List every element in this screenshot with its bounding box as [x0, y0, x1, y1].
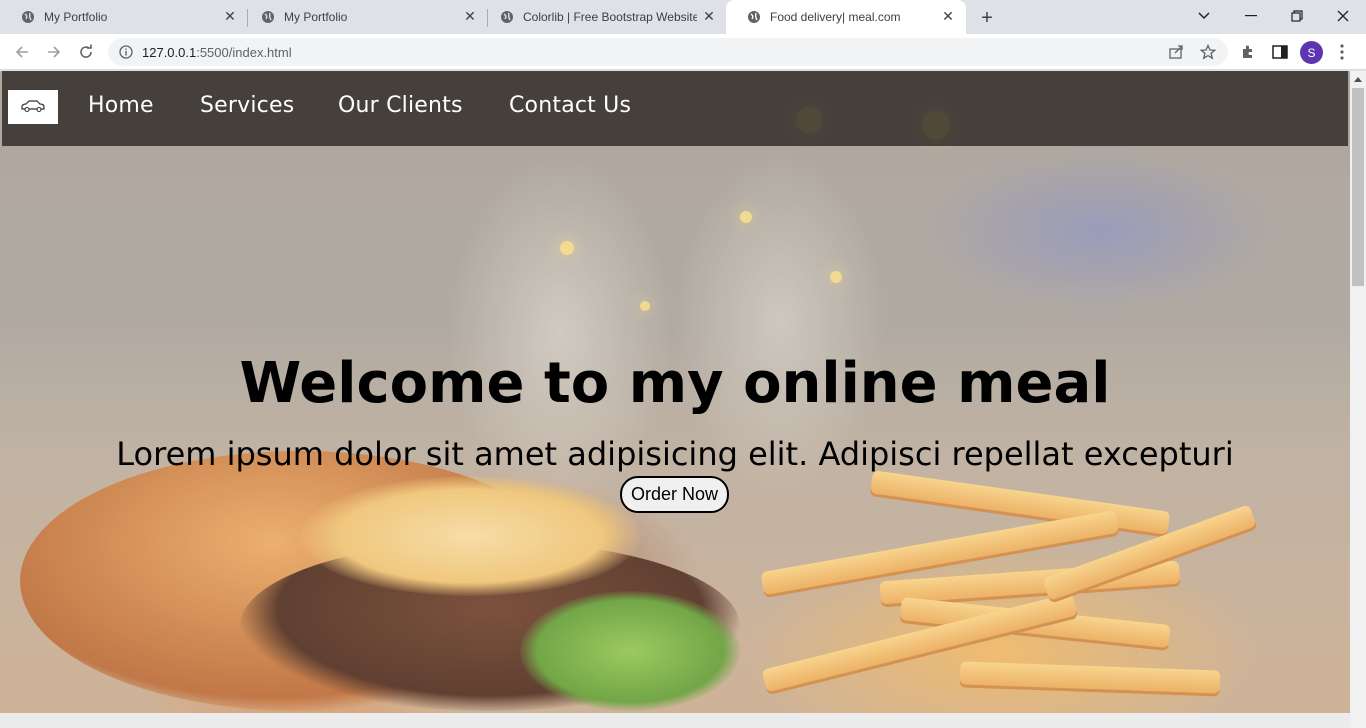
nav-link-our-clients[interactable]: Our Clients — [338, 93, 463, 118]
bookmark-star-icon[interactable] — [1198, 44, 1218, 60]
reload-icon[interactable] — [74, 40, 98, 64]
nav-link-contact-us[interactable]: Contact Us — [509, 93, 631, 118]
forward-arrow-icon[interactable] — [42, 40, 66, 64]
globe-icon — [260, 9, 276, 25]
nav-link-home[interactable]: Home — [88, 93, 154, 118]
next-section-peek — [0, 713, 1350, 728]
globe-icon — [20, 9, 36, 25]
tab-colorlib[interactable]: Colorlib | Free Bootstrap Website Templa… — [479, 0, 727, 34]
restore-icon[interactable] — [1274, 0, 1320, 32]
tab-title: My Portfolio — [44, 10, 108, 24]
new-tab-button[interactable]: + — [976, 7, 998, 29]
minimize-icon[interactable] — [1228, 0, 1274, 32]
profile-avatar[interactable]: S — [1300, 41, 1323, 64]
url-path: :5500/index.html — [196, 45, 292, 60]
car-logo-icon — [20, 98, 46, 117]
scrollbar-thumb[interactable] — [1352, 88, 1364, 286]
kebab-menu-icon[interactable] — [1332, 42, 1352, 62]
hero-subtitle: Lorem ipsum dolor sit amet adipisicing e… — [116, 435, 1234, 473]
tab-my-portfolio-2[interactable]: My Portfolio ✕ — [240, 0, 488, 34]
nav-link-services[interactable]: Services — [200, 93, 294, 118]
order-now-button[interactable]: Order Now — [620, 476, 729, 513]
tab-title: Colorlib | Free Bootstrap Website Templa… — [523, 10, 697, 24]
tab-title: Food delivery| meal.com — [770, 10, 901, 24]
tab-search-icon[interactable] — [1181, 0, 1227, 32]
share-icon[interactable] — [1166, 44, 1186, 60]
page-viewport: Home Services Our Clients Contact Us Wel… — [0, 71, 1366, 728]
close-icon[interactable]: ✕ — [940, 9, 956, 25]
site-navbar: Home Services Our Clients Contact Us — [2, 71, 1348, 146]
tab-my-portfolio-1[interactable]: My Portfolio ✕ — [0, 0, 248, 34]
hero-section: Home Services Our Clients Contact Us Wel… — [0, 71, 1350, 713]
globe-icon — [746, 9, 762, 25]
tab-title: My Portfolio — [284, 10, 348, 24]
close-icon[interactable]: ✕ — [701, 9, 717, 25]
tab-strip: My Portfolio ✕ My Portfolio ✕ Colorlib |… — [0, 0, 1366, 34]
tab-food-delivery[interactable]: Food delivery| meal.com ✕ — [726, 0, 966, 34]
close-icon[interactable]: ✕ — [222, 9, 238, 25]
extensions-puzzle-icon[interactable] — [1238, 42, 1258, 62]
side-panel-icon[interactable] — [1270, 42, 1290, 62]
hero-title: Welcome to my online meal — [239, 351, 1111, 416]
scroll-up-arrow-icon[interactable] — [1350, 71, 1366, 88]
globe-icon — [499, 9, 515, 25]
address-bar[interactable]: 127.0.0.1:5500/index.html — [108, 38, 1228, 66]
url-host: 127.0.0.1 — [142, 45, 197, 60]
browser-toolbar: 127.0.0.1:5500/index.html S — [0, 34, 1366, 70]
url-text: 127.0.0.1:5500/index.html — [142, 45, 292, 60]
back-arrow-icon[interactable] — [10, 40, 34, 64]
info-icon[interactable] — [118, 44, 134, 60]
close-icon[interactable]: ✕ — [462, 9, 478, 25]
page-scrollbar[interactable] — [1350, 71, 1366, 728]
close-window-icon[interactable] — [1320, 0, 1366, 32]
site-logo[interactable] — [8, 90, 58, 124]
